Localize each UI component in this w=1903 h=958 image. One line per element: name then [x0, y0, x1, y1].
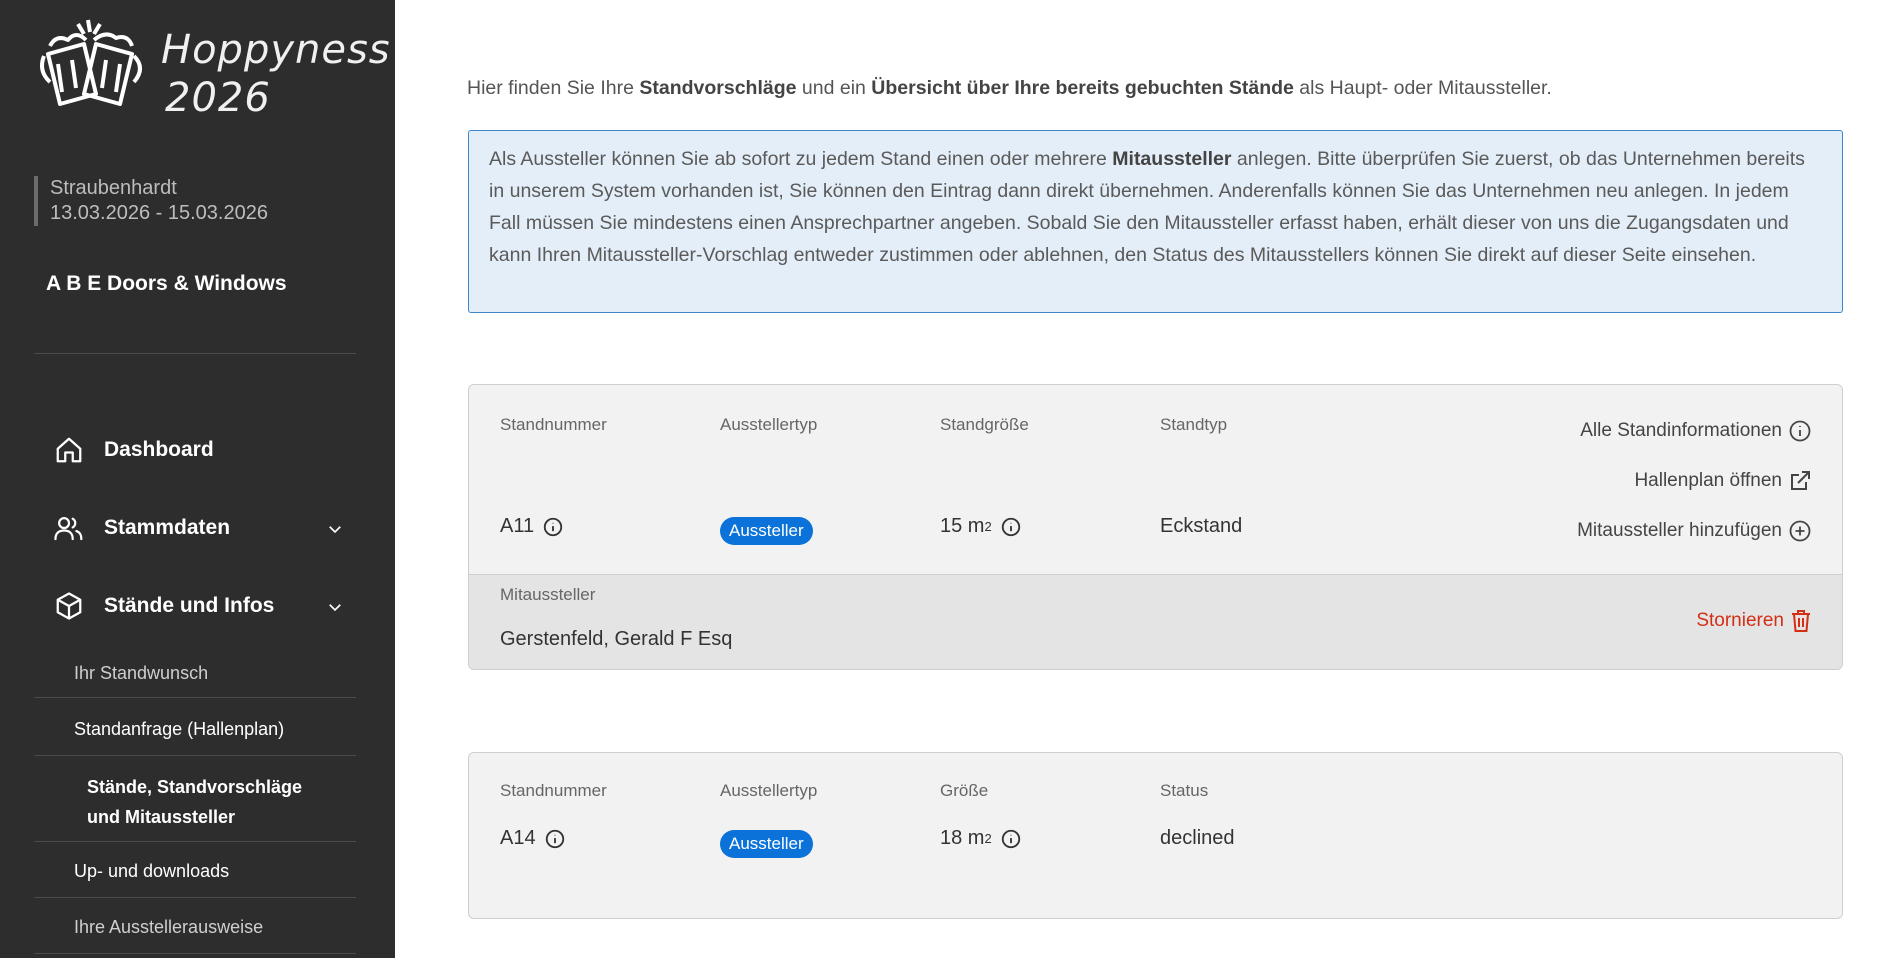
- column-header: Standgröße: [940, 415, 1029, 434]
- sidebar-item-staende-mitaussteller[interactable]: Stände, Standvorschläge und Mitausstelle…: [34, 768, 356, 842]
- stand-size: 15 m2: [940, 515, 1022, 538]
- nav-stammdaten[interactable]: Stammdaten: [52, 508, 352, 548]
- info-icon[interactable]: [542, 516, 564, 538]
- info-icon: [1789, 420, 1811, 442]
- sidebar-item-label: Standanfrage (Hallenplan): [74, 719, 285, 739]
- unit-exponent: 2: [984, 519, 992, 534]
- plus-circle-icon: [1789, 520, 1811, 542]
- co-exhibitor-label: Mitaussteller: [500, 585, 596, 604]
- action-label: Alle Standinformationen: [1580, 420, 1782, 441]
- action-label: Mitaussteller hinzufügen: [1577, 520, 1782, 541]
- divider: [34, 353, 356, 354]
- logo-text: Hoppyness 2026: [161, 30, 391, 126]
- nav-dashboard[interactable]: Dashboard: [52, 430, 352, 470]
- nav-staende[interactable]: Stände und Infos: [52, 586, 352, 626]
- info-icon[interactable]: [1000, 516, 1022, 538]
- sidebar-item-downloads[interactable]: Up- und downloads: [34, 856, 356, 898]
- info-box: Als Aussteller können Sie ab sofort zu j…: [468, 130, 1843, 313]
- intro-text: Hier finden Sie Ihre Standvorschläge und…: [467, 77, 1552, 99]
- stand-number-value: A14: [500, 827, 536, 849]
- add-co-exhibitor-button[interactable]: Mitaussteller hinzufügen: [1577, 519, 1812, 543]
- stand-card: Standnummer Ausstellertyp Größe Status A…: [468, 752, 1843, 919]
- status-badge: Aussteller: [720, 517, 813, 545]
- column-header: Ausstellertyp: [720, 781, 818, 800]
- stand-card: Standnummer Ausstellertyp Standgröße Sta…: [468, 384, 1843, 670]
- stand-size-value: 18 m: [940, 827, 985, 849]
- box-icon: [52, 589, 86, 623]
- column-header: Standnummer: [500, 415, 607, 434]
- stand-type: Eckstand: [1160, 515, 1243, 537]
- stand-number-value: A11: [500, 515, 535, 537]
- open-hall-plan-link[interactable]: Hallenplan öffnen: [1634, 469, 1812, 493]
- sidebar-item-label: und Mitaussteller: [87, 807, 236, 827]
- beer-mugs-icon: [40, 19, 142, 106]
- sidebar-item-label: Up- und downloads: [74, 861, 230, 881]
- stand-number: A14: [500, 827, 566, 850]
- nav-dashboard-label: Dashboard: [104, 438, 214, 461]
- unit-exponent: 2: [984, 831, 992, 846]
- action-label: Hallenplan öffnen: [1634, 470, 1782, 491]
- chevron-down-icon: [329, 604, 341, 612]
- users-icon: [52, 511, 86, 545]
- info-icon[interactable]: [544, 828, 566, 850]
- sidebar-item-standanfrage[interactable]: Standanfrage (Hallenplan): [34, 714, 356, 756]
- sidebar-item-label: Ihre Ausstellerausweise: [74, 917, 264, 937]
- event-location: Straubenhardt: [50, 177, 177, 199]
- column-header: Größe: [940, 781, 989, 800]
- company-name: A B E Doors & Windows: [46, 272, 287, 295]
- info-icon[interactable]: [1000, 828, 1022, 850]
- sidebar-item-ausweise[interactable]: Ihre Ausstellerausweise: [34, 912, 356, 954]
- column-header: Ausstellertyp: [720, 415, 818, 434]
- sidebar-item-standwunsch[interactable]: Ihr Standwunsch: [34, 658, 356, 698]
- event-info: Straubenhardt 13.03.2026 - 15.03.2026: [34, 176, 268, 226]
- column-header: Status: [1160, 781, 1209, 800]
- external-link-icon: [1791, 471, 1810, 490]
- home-icon: [52, 433, 86, 467]
- sidebar: Hoppyness 2026 Straubenhardt 13.03.2026 …: [0, 0, 395, 958]
- co-exhibitor-section: Mitaussteller Gerstenfeld, Gerald F Esq …: [469, 574, 1842, 669]
- all-stand-info-link[interactable]: Alle Standinformationen: [1580, 419, 1812, 443]
- brand-year: 2026: [165, 75, 271, 121]
- sidebar-item-label: Ihr Standwunsch: [74, 663, 209, 683]
- nav-staende-label: Stände und Infos: [104, 594, 275, 617]
- trash-icon: [1792, 610, 1810, 632]
- stand-number: A11: [500, 515, 564, 538]
- sidebar-item-label: Stände, Standvorschläge: [87, 777, 303, 797]
- column-header: Standtyp: [1160, 415, 1228, 434]
- chevron-down-icon: [329, 526, 341, 534]
- stand-status: declined: [1160, 827, 1235, 849]
- event-dates: 13.03.2026 - 15.03.2026: [50, 202, 268, 224]
- cancel-button[interactable]: Stornieren: [1696, 609, 1812, 633]
- nav-stammdaten-label: Stammdaten: [104, 516, 231, 539]
- status-badge: Aussteller: [720, 830, 813, 858]
- brand-name: Hoppyness: [161, 27, 391, 73]
- stand-size: 18 m2: [940, 827, 1022, 850]
- logo[interactable]: Hoppyness 2026: [36, 16, 390, 126]
- column-header: Standnummer: [500, 781, 607, 800]
- cancel-button-label: Stornieren: [1696, 610, 1784, 631]
- stand-size-value: 15 m: [940, 515, 985, 537]
- co-exhibitor-name: Gerstenfeld, Gerald F Esq: [500, 628, 733, 650]
